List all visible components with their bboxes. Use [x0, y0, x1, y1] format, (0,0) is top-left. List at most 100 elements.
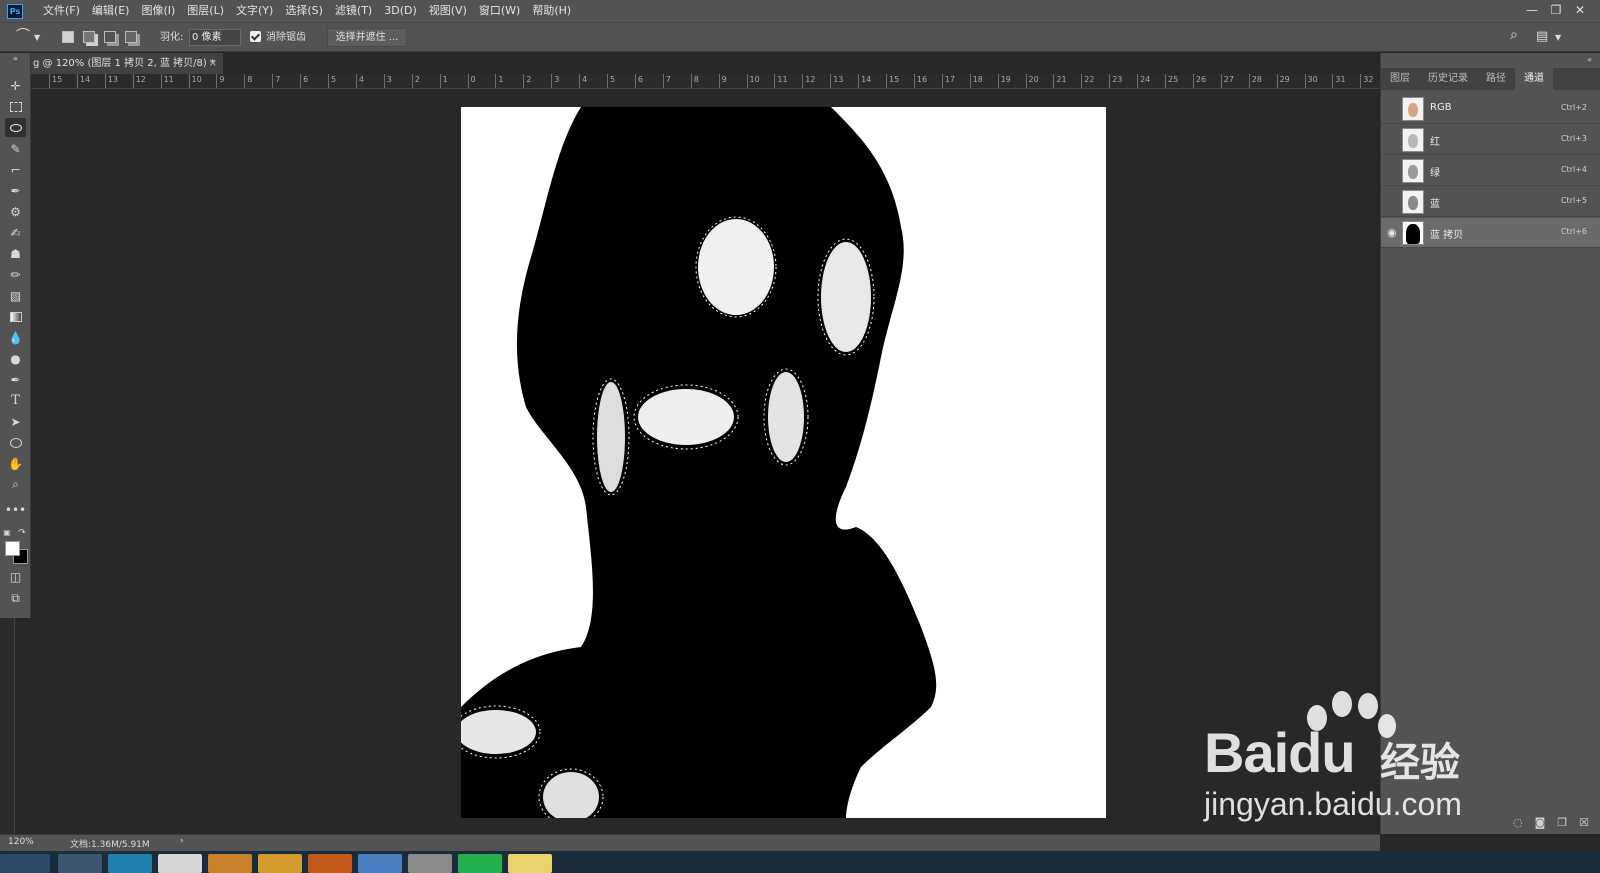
ruler-label: 11: [777, 75, 788, 84]
load-selection-icon[interactable]: ◌: [1513, 816, 1523, 829]
left-face-edge-highlight: [597, 382, 625, 492]
status-menu-arrow[interactable]: ›: [180, 836, 184, 846]
tab-layers[interactable]: 图层: [1381, 68, 1419, 90]
marquee-tool-icon[interactable]: [5, 97, 26, 116]
window-controls: — ❐ ✕: [1520, 0, 1592, 22]
menu-image[interactable]: 图像(I): [135, 0, 181, 22]
eyedropper-tool-icon[interactable]: ✒: [5, 181, 26, 200]
menu-file[interactable]: 文件(F): [37, 0, 86, 22]
ruler-label: 9: [721, 75, 727, 84]
antialias-checkbox[interactable]: [250, 31, 261, 42]
lasso-tool-icon[interactable]: [5, 118, 26, 137]
lasso-preset-icon[interactable]: ⌒: [16, 28, 30, 45]
visibility-toggle[interactable]: [1387, 134, 1399, 146]
menu-list: 文件(F) 编辑(E) 图像(I) 图层(L) 文字(Y) 选择(S) 滤镜(T…: [37, 0, 577, 22]
taskbar-app-icon[interactable]: [108, 854, 152, 873]
new-channel-icon[interactable]: ❐: [1557, 816, 1567, 829]
close-window-button[interactable]: ✕: [1568, 0, 1592, 22]
brush-tool-icon[interactable]: ✍: [5, 223, 26, 242]
eye-icon[interactable]: ◉: [1387, 227, 1399, 239]
history-brush-tool-icon[interactable]: ✏: [5, 265, 26, 284]
menu-type[interactable]: 文字(Y): [230, 0, 279, 22]
add-to-selection-icon[interactable]: [83, 31, 95, 43]
screen-mode-icon[interactable]: ⧉: [5, 589, 26, 608]
path-selection-tool-icon[interactable]: ➤: [5, 412, 26, 431]
ruler-tick: [439, 74, 441, 88]
channel-row-red[interactable]: 红 Ctrl+3: [1381, 125, 1600, 155]
zoom-tool-icon[interactable]: ⌕: [5, 475, 26, 494]
pen-tool-icon[interactable]: ✒: [5, 370, 26, 389]
channel-row-rgb[interactable]: RGB Ctrl+2: [1381, 94, 1600, 124]
subtract-from-selection-icon[interactable]: [104, 31, 116, 43]
restore-button[interactable]: ❐: [1544, 0, 1568, 22]
tab-history[interactable]: 历史记录: [1419, 68, 1477, 90]
chevron-down-icon[interactable]: ▼: [34, 29, 40, 46]
healing-brush-tool-icon[interactable]: ⚙: [5, 202, 26, 221]
ellipse-tool-icon[interactable]: [5, 433, 26, 452]
taskbar-app-icon[interactable]: [158, 854, 202, 873]
ruler-label: 6: [637, 75, 643, 84]
more-tools-icon[interactable]: •••: [5, 500, 26, 519]
menu-window[interactable]: 窗口(W): [473, 0, 526, 22]
taskbar-app-icon[interactable]: [308, 854, 352, 873]
minimize-button[interactable]: —: [1520, 0, 1544, 22]
channel-row-blue[interactable]: 蓝 Ctrl+5: [1381, 187, 1600, 217]
nose-highlight: [768, 372, 804, 462]
clone-stamp-tool-icon[interactable]: ☗: [5, 244, 26, 263]
collapse-icon[interactable]: »: [5, 53, 26, 63]
visibility-toggle[interactable]: [1387, 103, 1399, 115]
ruler-label: 10: [191, 75, 202, 84]
gradient-tool-icon[interactable]: [5, 307, 26, 326]
channel-shortcut: Ctrl+6: [1560, 227, 1587, 236]
taskbar-app-icon[interactable]: [58, 854, 102, 873]
menu-help[interactable]: 帮助(H): [526, 0, 577, 22]
tab-channels[interactable]: 通道: [1515, 68, 1553, 90]
close-tab-icon[interactable]: ×: [209, 53, 217, 74]
document-tab[interactable]: g @ 120% (图层 1 拷贝 2, 蓝 拷贝/8) * ×: [31, 53, 223, 74]
ruler-tick: [383, 74, 385, 88]
quick-selection-tool-icon[interactable]: ✎: [5, 139, 26, 158]
workspace-icon[interactable]: ▤: [1536, 28, 1548, 45]
feather-input[interactable]: 0 像素: [189, 29, 241, 46]
channel-row-blue-copy[interactable]: ◉ 蓝 拷贝 Ctrl+6: [1381, 218, 1600, 248]
swap-colors-icon[interactable]: ↷: [17, 523, 27, 542]
select-and-mask-button[interactable]: 选择并遮住 ...: [327, 28, 407, 47]
visibility-toggle[interactable]: [1387, 196, 1399, 208]
dodge-tool-icon[interactable]: ●: [5, 349, 26, 368]
taskbar-app-icon[interactable]: [458, 854, 502, 873]
blur-tool-icon[interactable]: 💧: [5, 328, 26, 347]
menu-select[interactable]: 选择(S): [279, 0, 329, 22]
taskbar-app-icon[interactable]: [408, 854, 452, 873]
save-selection-icon[interactable]: ◙: [1535, 816, 1546, 829]
new-selection-icon[interactable]: [62, 31, 74, 43]
taskbar-app-icon[interactable]: [208, 854, 252, 873]
tab-paths[interactable]: 路径: [1477, 68, 1515, 90]
default-colors-icon[interactable]: ▣: [2, 523, 12, 542]
document-canvas[interactable]: [461, 107, 1106, 818]
menu-layer[interactable]: 图层(L): [181, 0, 230, 22]
visibility-toggle[interactable]: [1387, 165, 1399, 177]
forehead-highlight: [698, 219, 774, 315]
zoom-level[interactable]: 120%: [8, 837, 34, 847]
type-tool-icon[interactable]: T: [5, 391, 26, 410]
collapse-panels-icon[interactable]: «: [1587, 55, 1592, 64]
taskbar-app-icon[interactable]: [358, 854, 402, 873]
hand-tool-icon[interactable]: ✋: [5, 454, 26, 473]
menu-edit[interactable]: 编辑(E): [86, 0, 136, 22]
menu-filter[interactable]: 滤镜(T): [329, 0, 378, 22]
move-tool-icon[interactable]: ✛: [5, 76, 26, 95]
search-icon[interactable]: ⌕: [1510, 27, 1518, 44]
channel-row-green[interactable]: 绿 Ctrl+4: [1381, 156, 1600, 186]
taskbar-app-icon[interactable]: [508, 854, 552, 873]
taskbar-app-icon[interactable]: [258, 854, 302, 873]
foreground-color-swatch[interactable]: [5, 541, 20, 556]
delete-channel-icon[interactable]: ☒: [1579, 816, 1589, 829]
crop-tool-icon[interactable]: ⌐: [5, 160, 26, 179]
menu-3d[interactable]: 3D(D): [378, 0, 423, 22]
menu-view[interactable]: 视图(V): [423, 0, 473, 22]
chevron-down-icon[interactable]: ▼: [1555, 29, 1561, 46]
intersect-selection-icon[interactable]: [125, 31, 137, 43]
start-button-icon[interactable]: [0, 854, 50, 873]
quick-mask-icon[interactable]: ◫: [5, 567, 26, 586]
eraser-tool-icon[interactable]: ▧: [5, 286, 26, 305]
